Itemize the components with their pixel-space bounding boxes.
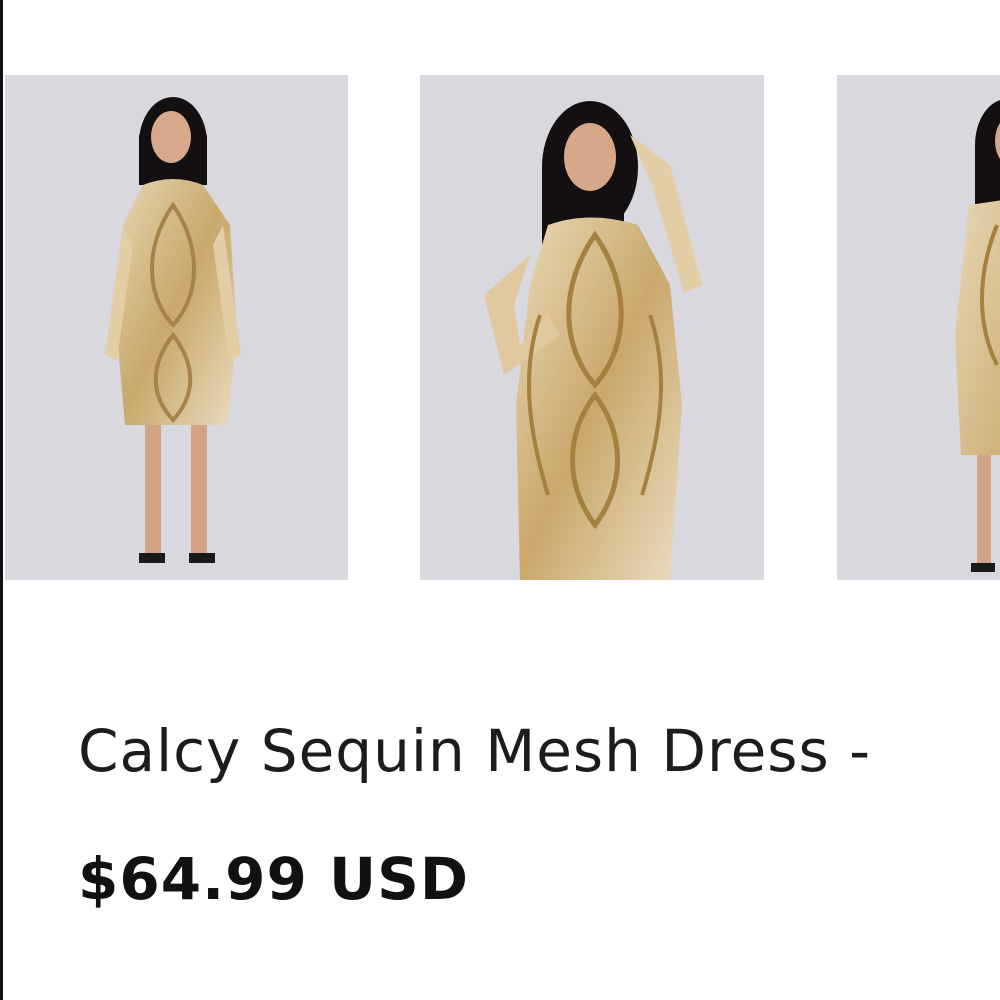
product-image-2[interactable] [420,75,764,580]
product-image-gallery [0,0,1000,600]
model-photo-front [5,75,348,580]
product-image-1[interactable] [5,75,348,580]
product-title[interactable]: Calcy Sequin Mesh Dress - [78,722,871,780]
model-photo-side [837,75,1000,580]
product-price: $64.99 USD [78,845,470,913]
product-image-3[interactable] [837,75,1000,580]
model-photo-pose [420,75,764,580]
